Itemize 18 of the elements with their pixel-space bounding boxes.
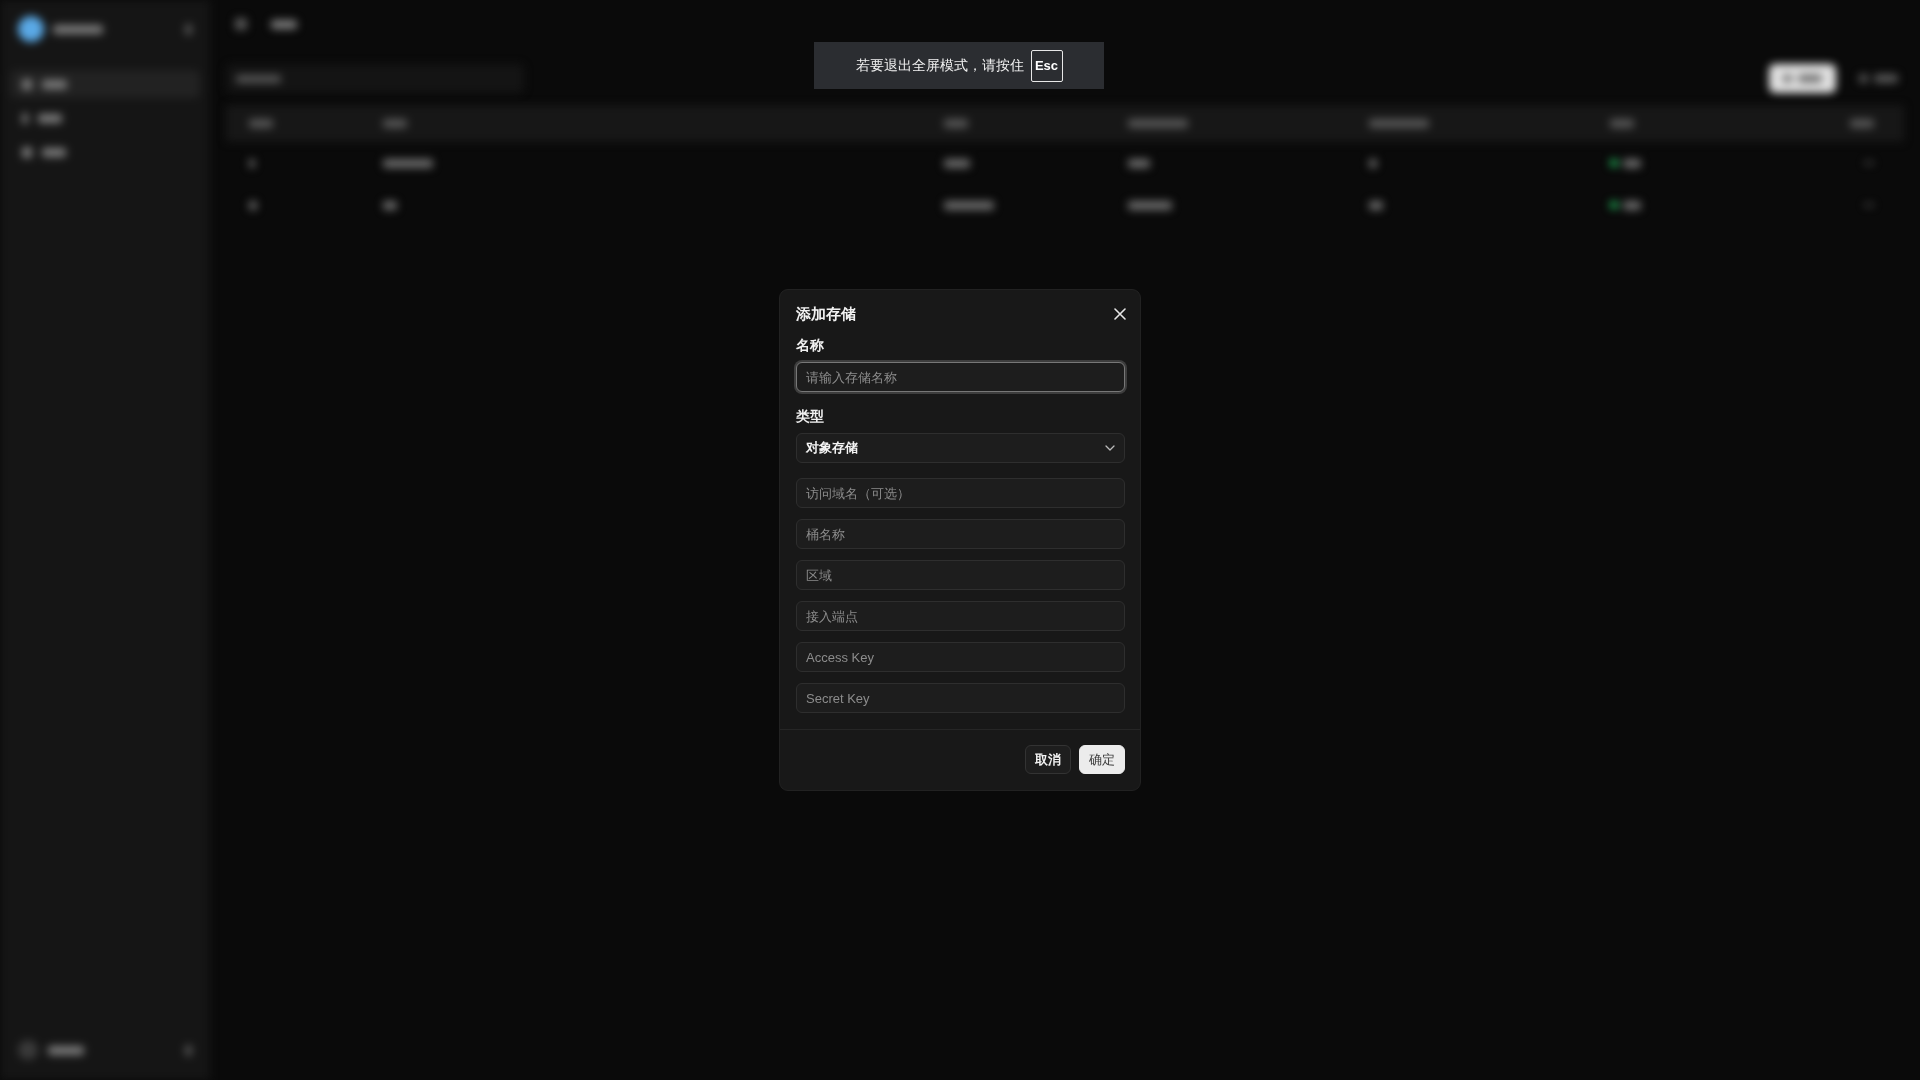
cancel-button[interactable]: 取消 xyxy=(1025,745,1071,774)
type-select[interactable]: 对象存储 xyxy=(796,433,1125,463)
close-button[interactable] xyxy=(1114,307,1126,320)
close-icon xyxy=(1114,307,1126,320)
field-label: 类型 xyxy=(796,408,825,426)
dialog-title: 添加存储 xyxy=(796,303,856,324)
esc-key: Esc xyxy=(1030,49,1063,82)
input-field[interactable]: 桶名称 xyxy=(796,519,1125,549)
input-field[interactable]: 请输入存储名称 xyxy=(796,362,1125,392)
field-label: 名称 xyxy=(796,337,825,355)
confirm-button[interactable]: 确定 xyxy=(1079,745,1125,774)
input-field[interactable]: Secret Key xyxy=(796,683,1125,713)
input-field[interactable]: Access Key xyxy=(796,642,1125,672)
fullscreen-exit-hint: 若要退出全屏模式，请按住 xyxy=(855,56,1024,75)
chevron-down-icon xyxy=(1105,445,1115,451)
input-field[interactable]: 接入端点 xyxy=(796,601,1125,631)
input-field[interactable]: 访问域名（可选） xyxy=(796,478,1125,508)
input-field[interactable]: 区域 xyxy=(796,560,1125,590)
